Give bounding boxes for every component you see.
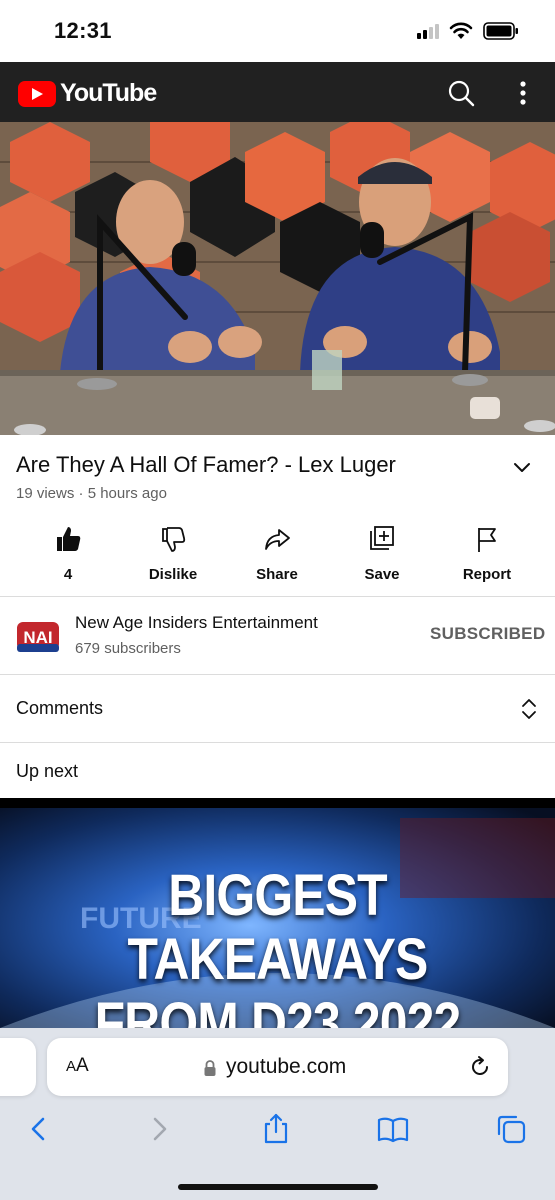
expand-collapse-icon[interactable]: [518, 697, 540, 721]
status-bar: 12:31: [0, 0, 555, 62]
wifi-icon: [449, 22, 473, 39]
dislike-button[interactable]: Dislike: [125, 520, 221, 596]
video-frame: [0, 122, 555, 435]
share-icon[interactable]: [259, 1112, 293, 1146]
home-indicator: [178, 1184, 378, 1190]
up-next-label: Up next: [16, 761, 79, 781]
aa-small: A: [66, 1058, 77, 1075]
dislike-label: Dislike: [148, 566, 198, 583]
share-button[interactable]: Share: [229, 520, 325, 596]
report-label: Report: [462, 566, 512, 583]
share-label: Share: [256, 566, 298, 583]
lock-icon: [204, 1060, 216, 1076]
reload-icon[interactable]: [468, 1055, 492, 1079]
video-title: Are They A Hall Of Famer? - Lex Luger: [16, 452, 396, 477]
channel-avatar[interactable]: NAI: [16, 616, 60, 656]
video-player[interactable]: [0, 122, 555, 435]
video-meta: 19 views · 5 hours ago: [16, 485, 167, 502]
thumbs-down-icon: [162, 527, 186, 552]
thumbnail-title-line: BIGGEST TAKEAWAYS: [127, 863, 429, 992]
forward-icon[interactable]: [142, 1112, 176, 1146]
channel-name[interactable]: New Age Insiders Entertainment: [75, 613, 318, 633]
save-label: Save: [364, 566, 400, 583]
comments-label[interactable]: Comments: [16, 698, 103, 719]
youtube-header: YouTube: [0, 62, 555, 122]
save-button[interactable]: Save: [334, 520, 430, 596]
url-text[interactable]: youtube.com: [226, 1055, 346, 1079]
page-settings-button[interactable]: AA: [66, 1055, 89, 1077]
divider: [0, 596, 555, 597]
channel-subscribers: 679 subscribers: [75, 640, 181, 657]
expand-description-chevron-icon[interactable]: [511, 456, 533, 478]
more-vertical-icon[interactable]: [510, 78, 536, 108]
divider: [0, 674, 555, 675]
aa-large: A: [76, 1055, 89, 1076]
divider: [0, 742, 555, 743]
like-button[interactable]: 4: [20, 520, 116, 596]
search-icon[interactable]: [446, 78, 476, 108]
previous-tab-preview[interactable]: [0, 1038, 36, 1096]
report-button[interactable]: Report: [439, 520, 535, 596]
youtube-play-logo-icon: [18, 80, 56, 107]
channel-avatar-text: NAI: [23, 628, 52, 647]
youtube-logo[interactable]: YouTube: [18, 79, 157, 108]
battery-icon: [483, 22, 518, 40]
flag-icon: [478, 528, 496, 552]
bookmarks-icon[interactable]: [376, 1112, 410, 1146]
share-arrow-icon: [265, 529, 290, 550]
status-time: 12:31: [54, 18, 112, 43]
back-icon[interactable]: [22, 1112, 56, 1146]
status-icons: [417, 22, 519, 40]
cellular-signal-icon: [417, 23, 439, 39]
tabs-icon[interactable]: [494, 1112, 528, 1146]
thumbs-up-icon: [57, 527, 81, 551]
subscribed-button[interactable]: SUBSCRIBED: [430, 624, 545, 644]
save-playlist-icon: [370, 526, 394, 550]
youtube-logo-text: YouTube: [60, 79, 157, 107]
like-count: 4: [63, 566, 73, 583]
